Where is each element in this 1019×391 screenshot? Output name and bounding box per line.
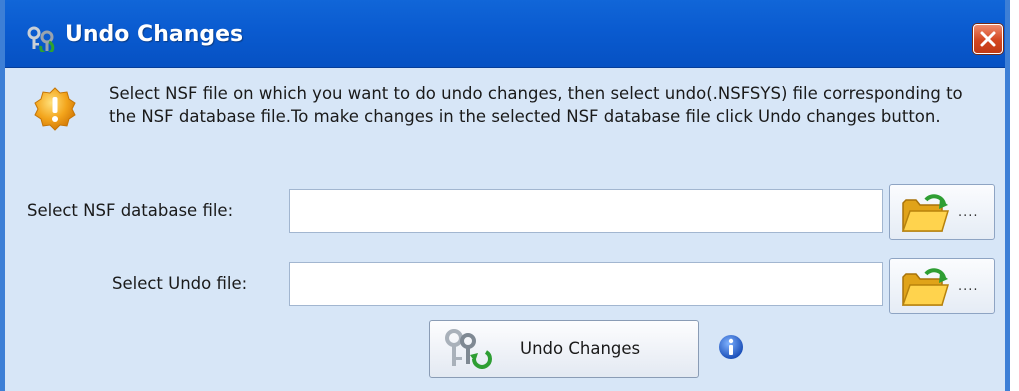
browse-nsf-ellipsis: .... [958,205,979,220]
undo-changes-window: Undo Changes Select NSF file on which yo… [0,0,1010,391]
open-folder-icon [901,194,950,232]
close-icon [980,31,996,47]
keys-undo-icon [445,329,492,369]
undo-changes-button[interactable]: Undo Changes [429,320,699,378]
instruction-text: Select NSF file on which you want to do … [109,84,963,126]
warning-icon [34,87,76,131]
window-title: Undo Changes [65,22,244,47]
browse-undo-ellipsis: .... [958,279,979,294]
nsf-file-label: Select NSF database file: [27,201,234,220]
close-button[interactable] [973,24,1003,54]
dialog-body: Select NSF file on which you want to do … [5,68,1005,391]
browse-undo-button[interactable]: .... [889,258,995,314]
info-icon[interactable] [718,334,744,360]
nsf-file-input[interactable] [289,189,883,233]
undo-file-input[interactable] [289,262,883,306]
undo-changes-label: Undo Changes [520,339,641,358]
title-bar[interactable]: Undo Changes [5,0,1005,68]
browse-nsf-button[interactable]: .... [889,184,995,240]
undo-file-label: Select Undo file: [112,274,248,293]
keys-icon [27,26,55,52]
open-folder-icon [901,268,950,306]
